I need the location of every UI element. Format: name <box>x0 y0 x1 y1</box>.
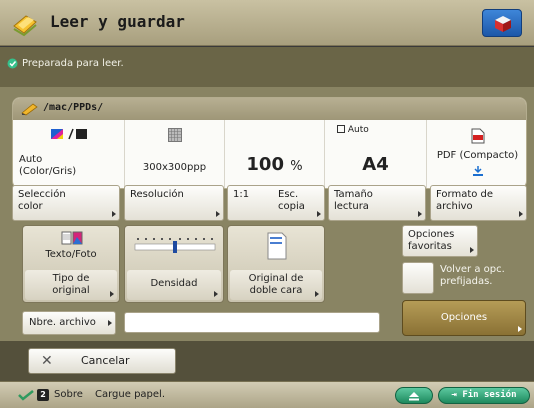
resolution-value: 300x300ppp <box>142 162 207 173</box>
cancel-button[interactable]: ✕ Cancelar <box>28 348 176 374</box>
ready-status-icon <box>7 58 18 69</box>
two-sided-label-2: doble cara <box>249 285 303 296</box>
chevron-right-icon <box>519 211 523 217</box>
status-monitor-button[interactable] <box>482 9 522 37</box>
original-type-label-1: Tipo de <box>52 273 90 284</box>
chevron-right-icon <box>110 291 114 297</box>
density-button[interactable]: Densidad <box>124 225 224 303</box>
file-format-label-2: archivo <box>436 201 473 212</box>
chevron-right-icon <box>216 211 220 217</box>
scan-and-store-icon <box>13 15 37 37</box>
reset-defaults-label: Volver a opc. prefijadas. <box>440 264 530 288</box>
summary-size: Auto A4 <box>325 120 427 188</box>
options-button[interactable]: Opciones <box>402 300 526 336</box>
original-type-button[interactable]: Texto/Foto Tipo de original <box>22 225 120 303</box>
destination-path: /mac/PPDs/ <box>43 102 104 113</box>
scan-size-button[interactable]: Tamaño lectura <box>328 185 426 221</box>
color-selection-button[interactable]: Selección color <box>12 185 120 221</box>
status-bar: Preparada para leer. <box>0 47 534 87</box>
envelope-count-badge: 2 <box>37 389 49 401</box>
two-sided-label-1: Original de <box>248 273 304 284</box>
chevron-right-icon <box>108 320 112 326</box>
original-type-label-2: original <box>52 285 90 296</box>
favorite-settings-label-1: Opciones <box>408 229 455 240</box>
options-label: Opciones <box>440 312 488 323</box>
resolution-label: Resolución <box>130 189 184 200</box>
color-mode-icon <box>50 128 87 140</box>
cube-icon <box>495 16 511 32</box>
title-bar: Leer y guardar <box>0 0 534 46</box>
filename-button[interactable]: Nbre. archivo <box>22 311 116 335</box>
eject-icon <box>409 392 419 401</box>
cancel-label: Cancelar <box>81 354 130 367</box>
file-format-button[interactable]: Formato de archivo <box>430 185 527 221</box>
resolution-icon <box>167 128 182 142</box>
chevron-right-icon <box>418 211 422 217</box>
settings-summary-card: /mac/PPDs/ Auto (Color/Gris) 300x300ppp … <box>12 97 527 189</box>
two-sided-original-button[interactable]: Original de doble cara <box>227 225 325 303</box>
resolution-button[interactable]: Resolución <box>124 185 224 221</box>
chevron-right-icon <box>214 291 218 297</box>
cancel-bar: ✕ Cancelar <box>0 341 534 381</box>
copy-ratio-button[interactable]: 1:1 Esc. copia <box>227 185 325 221</box>
chevron-right-icon <box>317 211 321 217</box>
two-sided-icon <box>267 232 287 260</box>
summary-scale: 100 % <box>225 120 325 188</box>
filename-field[interactable] <box>124 312 380 333</box>
close-icon: ✕ <box>41 353 53 369</box>
text-photo-icon <box>61 231 83 245</box>
destination-path-bar: /mac/PPDs/ <box>13 98 526 120</box>
page-title: Leer y guardar <box>50 12 185 31</box>
pencil-icon <box>21 103 38 116</box>
copy-ratio-label-1: Esc. <box>278 189 299 200</box>
copy-ratio-value: 1:1 <box>233 189 250 200</box>
system-message: Cargue papel. <box>95 389 165 400</box>
density-label: Densidad <box>150 278 198 289</box>
logout-label: Fin sesión <box>462 390 517 400</box>
density-slider-icon <box>134 238 216 253</box>
color-selection-label-2: color <box>18 201 43 212</box>
original-type-value: Texto/Foto <box>45 249 97 260</box>
format-value: PDF (Compacto) <box>436 150 519 161</box>
size-auto-label: Auto <box>347 125 369 135</box>
summary-color: Auto (Color/Gris) <box>13 120 125 188</box>
reset-defaults-button[interactable] <box>402 262 434 294</box>
logout-icon: ⇥ <box>451 390 457 400</box>
envelope-label[interactable]: Sobre <box>54 389 83 400</box>
paper-size-icon <box>337 125 345 133</box>
eject-button[interactable] <box>395 387 433 404</box>
chevron-right-icon <box>112 211 116 217</box>
size-value: A4 <box>362 154 389 175</box>
pdf-file-icon <box>471 128 484 144</box>
filename-label: Nbre. archivo <box>29 317 96 328</box>
copy-ratio-label-2: copia <box>278 201 305 212</box>
scan-size-label-2: lectura <box>334 201 369 212</box>
summary-resolution: 300x300ppp <box>125 120 225 188</box>
logout-button[interactable]: ⇥ Fin sesión <box>438 387 530 404</box>
color-mode-line1: Auto <box>19 154 43 165</box>
chevron-right-icon <box>518 326 522 332</box>
summary-format: PDF (Compacto) <box>427 120 526 188</box>
chevron-right-icon <box>470 247 474 253</box>
scan-size-label-1: Tamaño <box>334 189 373 200</box>
compact-icon <box>473 166 483 176</box>
color-mode-line2: (Color/Gris) <box>19 166 77 177</box>
scale-value: 100 <box>246 154 284 175</box>
reset-label-2: prefijadas. <box>440 276 493 287</box>
scale-unit: % <box>290 159 303 174</box>
reset-label-1: Volver a opc. <box>440 264 505 275</box>
color-selection-label-1: Selección <box>18 189 66 200</box>
system-bar: 2 Sobre Cargue papel. ⇥ Fin sesión <box>0 381 534 408</box>
system-monitor-icon <box>18 390 34 401</box>
favorite-settings-button[interactable]: Opciones favoritas <box>402 225 478 257</box>
favorite-settings-label-2: favoritas <box>408 241 452 252</box>
chevron-right-icon <box>315 291 319 297</box>
status-message: Preparada para leer. <box>22 58 124 69</box>
file-format-label-1: Formato de <box>436 189 494 200</box>
